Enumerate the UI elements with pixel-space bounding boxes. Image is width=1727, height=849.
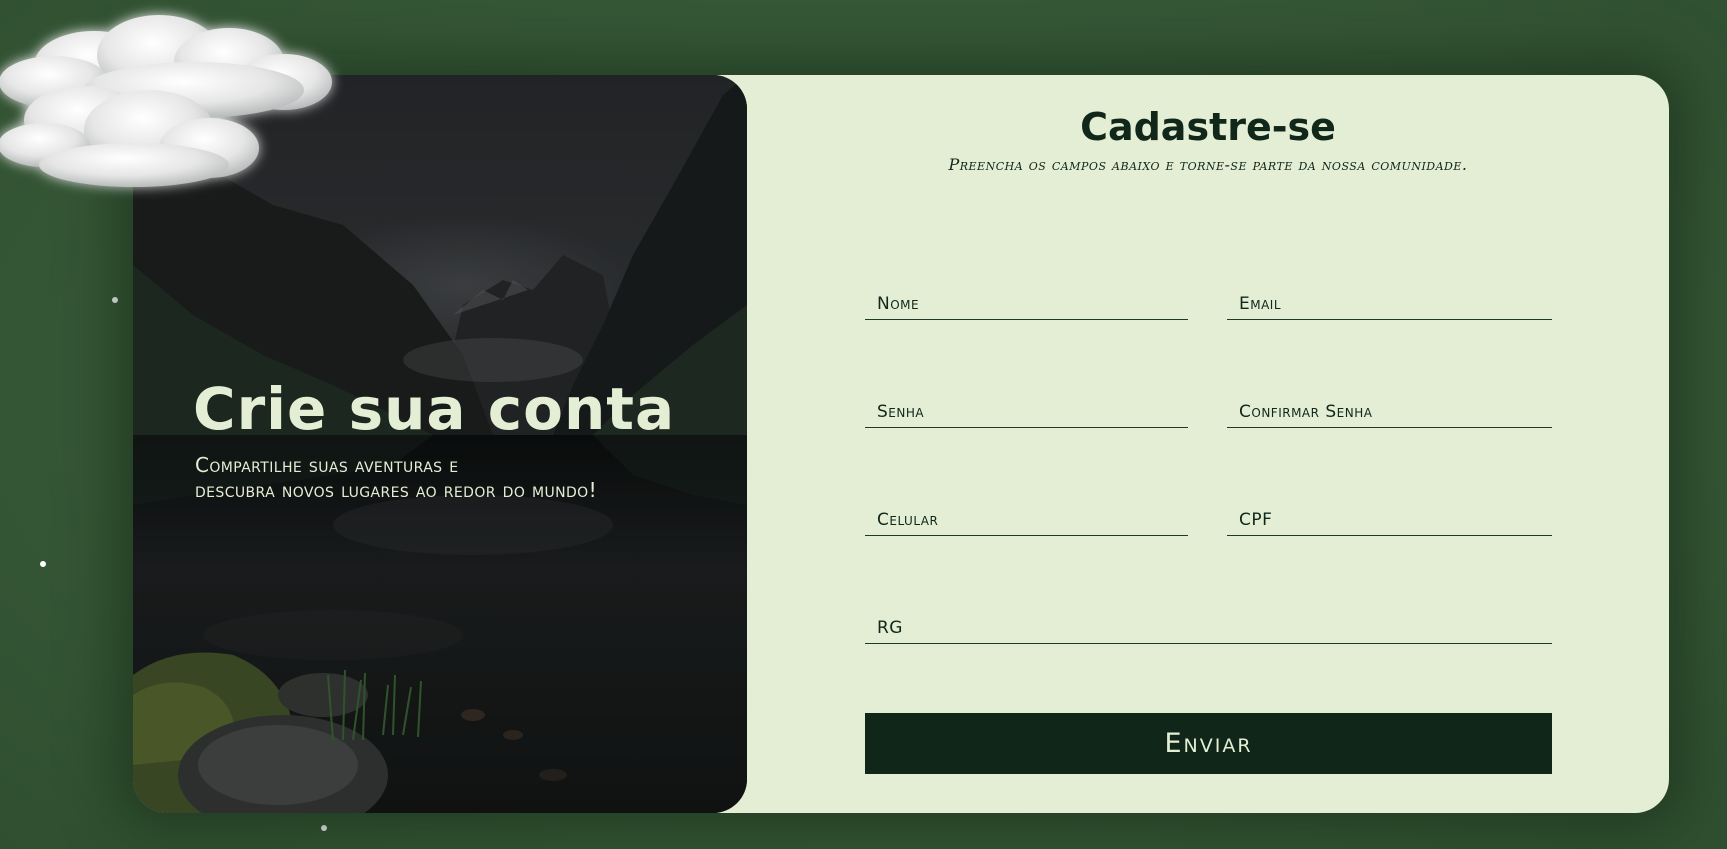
hero-title: Crie sua conta: [193, 375, 676, 443]
rg-input[interactable]: [865, 605, 1552, 643]
email-input[interactable]: [1227, 281, 1552, 319]
form-subtitle: Preencha os campos abaixo e torne-se par…: [948, 155, 1468, 174]
celular-input[interactable]: [865, 497, 1188, 535]
confirmar-senha-input[interactable]: [1227, 389, 1552, 427]
senha-input[interactable]: [865, 389, 1188, 427]
confirmar-senha-field: [1227, 389, 1552, 428]
cpf-field: [1227, 497, 1552, 536]
email-field: [1227, 281, 1552, 320]
snow-particle: [40, 561, 46, 567]
cloud-icon: [0, 15, 332, 187]
submit-button[interactable]: Enviar: [865, 713, 1552, 774]
nome-input[interactable]: [865, 281, 1188, 319]
nome-field: [865, 281, 1188, 320]
page-stage: Crie sua conta Compartilhe suas aventura…: [0, 0, 1727, 849]
cpf-input[interactable]: [1227, 497, 1552, 535]
celular-field: [865, 497, 1188, 536]
form-title: Cadastre-se: [1080, 105, 1336, 149]
senha-field: [865, 389, 1188, 428]
snow-particle: [112, 297, 118, 303]
hero-subtitle-line2: descubra novos lugares ao redor do mundo…: [195, 478, 598, 502]
rg-field: [865, 605, 1552, 644]
hero-subtitle-line1: Compartilhe suas aventuras e: [195, 453, 459, 477]
signup-card: Crie sua conta Compartilhe suas aventura…: [133, 75, 1669, 813]
snow-particle: [321, 825, 327, 831]
hero-subtitle: Compartilhe suas aventuras e descubra no…: [195, 453, 735, 503]
